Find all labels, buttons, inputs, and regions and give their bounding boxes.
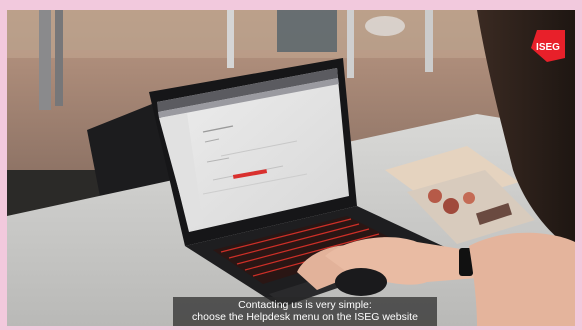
video-frame: ISEG Contacting us is very simple: choos… (7, 10, 575, 326)
subtitle-line-1: Contacting us is very simple: (238, 299, 372, 311)
video-still (7, 10, 575, 326)
subtitle-line-2: choose the Helpdesk menu on the ISEG web… (192, 311, 418, 323)
logo-text: ISEG (536, 42, 560, 53)
iseg-logo: ISEG (529, 28, 567, 64)
person-arm (469, 232, 575, 326)
video-subtitle: Contacting us is very simple: choose the… (173, 297, 437, 326)
